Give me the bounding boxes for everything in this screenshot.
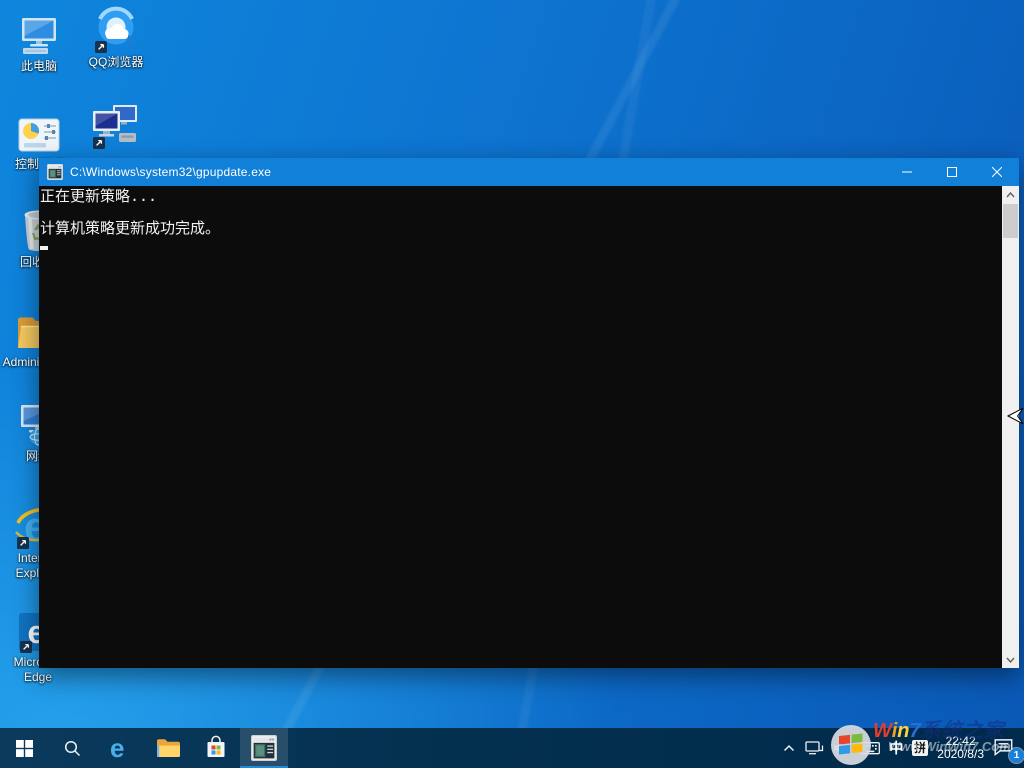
scrollbar-thumb[interactable]: [1003, 204, 1018, 238]
close-button[interactable]: [974, 158, 1019, 186]
chevron-up-icon: [782, 742, 796, 754]
window-titlebar[interactable]: C:\Windows\system32\gpupdate.exe: [39, 158, 1019, 186]
svg-text:e: e: [110, 735, 124, 761]
desktop-icon-qq-browser[interactable]: QQ浏览器: [78, 6, 154, 70]
desktop-icon-network-computers[interactable]: [77, 102, 153, 151]
minimize-button[interactable]: [884, 158, 929, 186]
taskbar-clock[interactable]: 22:42 2020/8/3: [937, 735, 984, 761]
windows-logo-icon: [16, 740, 33, 757]
qq-browser-icon: [93, 6, 139, 52]
scroll-up-icon[interactable]: [1002, 186, 1019, 203]
network-status-icon: [805, 740, 824, 756]
ime-pinyin-indicator[interactable]: 拼: [912, 740, 928, 756]
console-line: [40, 204, 1002, 220]
maximize-button[interactable]: [929, 158, 974, 186]
start-button[interactable]: [0, 728, 48, 768]
search-icon: [64, 740, 81, 757]
vertical-scrollbar[interactable]: [1002, 186, 1019, 668]
touch-keyboard-button[interactable]: [860, 740, 880, 756]
shortcut-arrow-icon: [93, 136, 105, 148]
network-tray-button[interactable]: [805, 740, 824, 756]
taskbar-command-prompt-button[interactable]: [240, 728, 288, 768]
system-tray: 中 拼 22:42 2020/8/3 1: [782, 728, 1024, 768]
gpupdate-console-window: C:\Windows\system32\gpupdate.exe 正在更新策略.…: [39, 158, 1019, 668]
desktop-icon-label: QQ浏览器: [89, 55, 144, 70]
window-title: C:\Windows\system32\gpupdate.exe: [70, 165, 884, 179]
desktop-icon-label: 此电脑: [21, 59, 57, 74]
notification-count-badge: 1: [1009, 748, 1024, 763]
console-line: 正在更新策略...: [40, 188, 1002, 204]
console-cursor: [40, 246, 48, 250]
action-center-button[interactable]: 1: [993, 737, 1017, 759]
taskbar-edge-button[interactable]: e: [96, 728, 144, 768]
desktop: 此电脑 QQ浏览器: [0, 0, 1024, 768]
search-button[interactable]: [48, 728, 96, 768]
desktop-icon-this-pc[interactable]: 此电脑: [1, 10, 77, 74]
scrollbar-track[interactable]: [1002, 239, 1019, 651]
taskbar: e: [0, 728, 1024, 768]
ime-language-indicator[interactable]: 中: [889, 738, 903, 758]
console-line: 计算机策略更新成功完成。: [40, 220, 1002, 236]
taskbar-file-explorer-button[interactable]: [144, 728, 192, 768]
scroll-down-icon[interactable]: [1002, 651, 1019, 668]
volume-tray-button[interactable]: [833, 740, 851, 756]
show-hidden-icons-button[interactable]: [782, 742, 796, 754]
edge-icon: e: [107, 735, 133, 761]
speaker-muted-icon: [833, 740, 851, 756]
this-pc-icon: [19, 10, 59, 56]
clock-date: 2020/8/3: [937, 748, 984, 761]
console-icon: [251, 735, 277, 761]
folder-icon: [156, 737, 181, 759]
shortcut-arrow-icon: [20, 640, 32, 652]
store-icon: [204, 735, 228, 761]
taskbar-store-button[interactable]: [192, 728, 240, 768]
shortcut-arrow-icon: [95, 40, 107, 52]
network-computers-icon: [91, 102, 139, 148]
console-output[interactable]: 正在更新策略... 计算机策略更新成功完成。: [39, 186, 1002, 668]
shortcut-arrow-icon: [17, 536, 29, 548]
control-panel-icon: [18, 108, 60, 154]
keyboard-icon: [860, 740, 880, 756]
console-app-icon: [47, 164, 63, 180]
